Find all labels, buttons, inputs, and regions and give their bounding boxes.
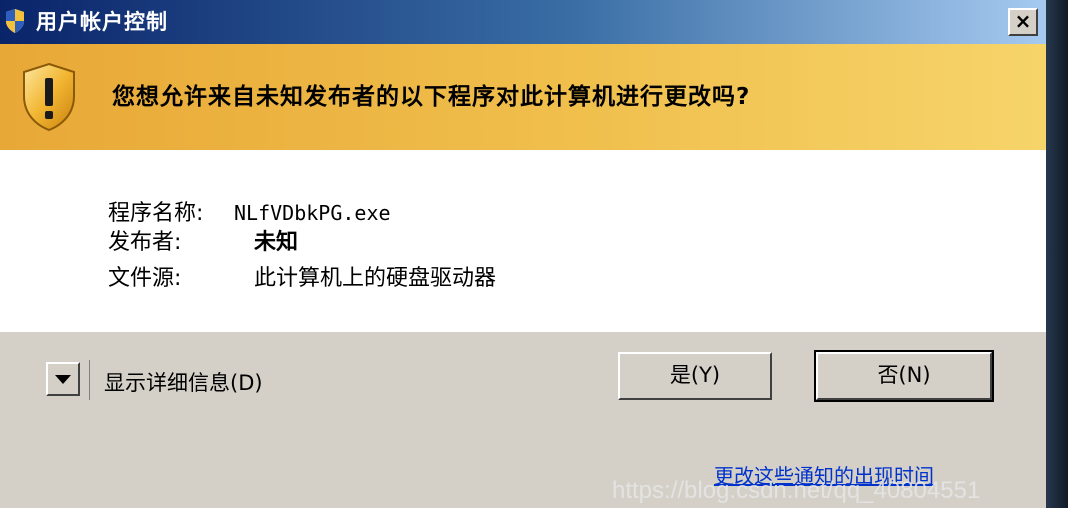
publisher-label: 发布者: [108,230,182,255]
warning-banner: 您想允许来自未知发布者的以下程序对此计算机进行更改吗? [0,44,1046,150]
close-button[interactable]: × [1008,8,1038,36]
file-source-label: 文件源: [108,266,182,291]
file-source-row: 文件源: 此计算机上的硬盘驱动器 [108,264,496,294]
program-name-row: 程序名称: NLfVDbkPG.exe [108,198,391,229]
window-title: 用户帐户控制 [36,10,168,34]
title-bar[interactable]: 用户帐户控制 × [0,0,1046,44]
uac-dialog: 用户帐户控制 × 您想允许来自未知发布者的以下程序对此计算机进行更改吗? 程序名… [0,0,1046,508]
publisher-row: 发布者: 未知 [108,228,298,258]
banner-question: 您想允许来自未知发布者的以下程序对此计算机进行更改吗? [112,84,751,110]
uac-shield-icon [6,9,24,33]
watermark-text: https://blog.csdn.net/qq_40804551 [612,477,981,504]
publisher-value: 未知 [254,230,299,255]
close-icon: × [1014,9,1032,33]
program-name-label: 程序名称: [108,201,204,226]
show-details-label[interactable]: 显示详细信息(D) [104,368,263,398]
program-info-panel: 程序名称: NLfVDbkPG.exe 发布者: 未知 文件源: 此计算机上的硬盘驱动… [0,150,1046,332]
background-edge [1046,0,1068,508]
chevron-down-icon [55,375,71,384]
no-button[interactable]: 否(N) [814,350,994,402]
warning-shield-icon [23,62,75,132]
details-divider [89,360,90,400]
program-name-value: NLfVDbkPG.exe [234,201,391,225]
details-toggle-button[interactable] [46,362,80,396]
yes-button[interactable]: 是(Y) [618,352,772,400]
file-source-value: 此计算机上的硬盘驱动器 [254,266,497,291]
